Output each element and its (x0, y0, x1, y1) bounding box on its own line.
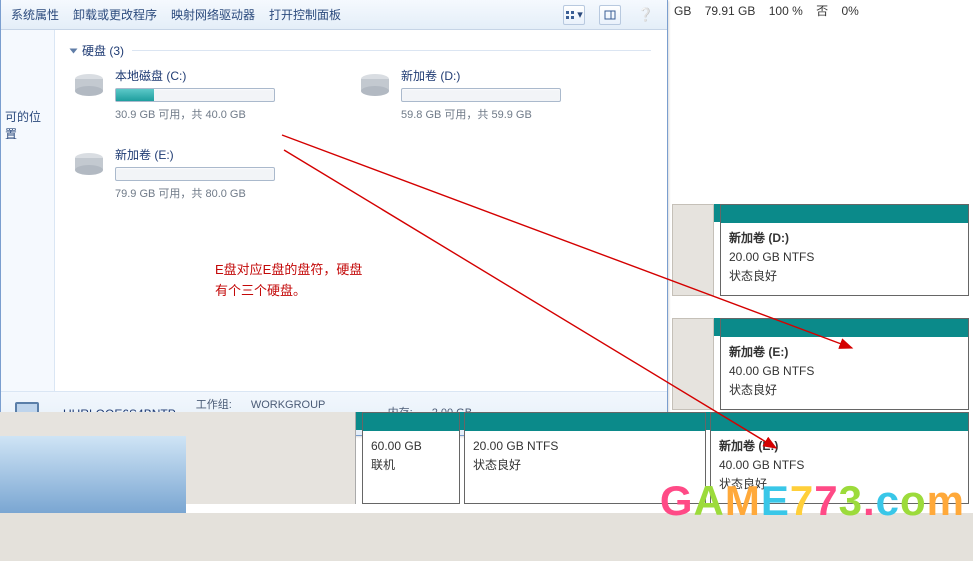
explorer-sidebar: 可的位置 (1, 30, 55, 391)
dm-volume-row: GB 79.91 GB 100 % 否 0% (674, 2, 869, 19)
partition-title: 新加卷 (E:) (729, 343, 960, 362)
explorer-content: 硬盘 (3) 本地磁盘 (C:) 30.9 GB 可用，共 40.0 GB (55, 30, 667, 391)
usage-bar (401, 88, 561, 102)
hard-drive-icon (357, 71, 393, 101)
help-button[interactable]: ❔ (635, 5, 657, 25)
preview-pane-button[interactable] (599, 5, 621, 25)
nav-location-hint: 可的位置 (5, 108, 50, 142)
partition-title: 新加卷 (D:) (729, 229, 960, 248)
drive-free-text: 59.8 GB 可用，共 59.9 GB (401, 106, 607, 122)
workgroup-value: WORKGROUP (251, 399, 326, 411)
partition-title: 新加卷 (E:) (719, 437, 960, 456)
drive-d[interactable]: 新加卷 (D:) 59.8 GB 可用，共 59.9 GB (357, 67, 607, 122)
explorer-toolbar: 系统属性 卸载或更改程序 映射网络驱动器 打开控制面板 ▾ ❔ (1, 0, 667, 30)
partition-status: 状态良好 (719, 475, 960, 494)
partition-size: 20.00 GB NTFS (473, 437, 697, 456)
annotation-text: E盘对应E盘的盘符，硬盘 有个三个硬盘。 (215, 260, 362, 302)
usage-bar (115, 88, 275, 102)
partition-size: 20.00 GB NTFS (729, 248, 960, 267)
section-title: 硬盘 (3) (82, 42, 124, 59)
view-options-button[interactable]: ▾ (563, 5, 585, 25)
disk-size: 60.00 GB (371, 437, 451, 456)
preview-icon (604, 10, 616, 20)
partition-status: 状态良好 (473, 456, 697, 475)
drive-name: 新加卷 (E:) (115, 146, 321, 163)
partition-status: 状态良好 (729, 267, 960, 286)
window-bottom-region (0, 513, 973, 561)
dm-disk-band: 新加卷 (E:) 40.00 GB NTFS 状态良好 (672, 318, 969, 410)
partition-size: 40.00 GB NTFS (719, 456, 960, 475)
disk-status: 联机 (371, 456, 451, 475)
drive-name: 新加卷 (D:) (401, 67, 607, 84)
view-icon (565, 10, 577, 20)
desktop-solid-region (0, 436, 186, 513)
drive-c[interactable]: 本地磁盘 (C:) 30.9 GB 可用，共 40.0 GB (71, 67, 321, 122)
dm-partition-d[interactable]: 新加卷 (D:) 20.00 GB NTFS 状态良好 (720, 204, 969, 296)
toolbar-map-drive[interactable]: 映射网络驱动器 (171, 6, 255, 23)
section-header-drives[interactable]: 硬盘 (3) (71, 42, 651, 59)
drive-e[interactable]: 新加卷 (E:) 79.9 GB 可用，共 80.0 GB (71, 146, 321, 201)
dm-partition-e[interactable]: 新加卷 (E:) 40.00 GB NTFS 状态良好 (720, 318, 969, 410)
dm-disk-band: 新加卷 (D:) 20.00 GB NTFS 状态良好 (672, 204, 969, 296)
drive-name: 本地磁盘 (C:) (115, 67, 321, 84)
help-icon: ❔ (638, 7, 654, 23)
toolbar-uninstall[interactable]: 卸载或更改程序 (73, 6, 157, 23)
dm-partition[interactable]: 20.00 GB NTFS 状态良好 (464, 412, 706, 504)
explorer-window: 系统属性 卸载或更改程序 映射网络驱动器 打开控制面板 ▾ ❔ 可的位置 硬盘 … (0, 0, 668, 436)
dm-disk-header-cell: 60.00 GB 联机 (362, 412, 460, 504)
hard-drive-icon (71, 71, 107, 101)
dm-partition[interactable]: 新加卷 (E:) 40.00 GB NTFS 状态良好 (710, 412, 969, 504)
toolbar-system-properties[interactable]: 系统属性 (11, 6, 59, 23)
partition-status: 状态良好 (729, 381, 960, 400)
hard-drive-icon (71, 150, 107, 180)
toolbar-open-control-panel[interactable]: 打开控制面板 (269, 6, 341, 23)
drive-free-text: 30.9 GB 可用，共 40.0 GB (115, 106, 321, 122)
partition-size: 40.00 GB NTFS (729, 362, 960, 381)
expand-icon (70, 48, 78, 53)
drive-free-text: 79.9 GB 可用，共 80.0 GB (115, 185, 321, 201)
usage-bar (115, 167, 275, 181)
